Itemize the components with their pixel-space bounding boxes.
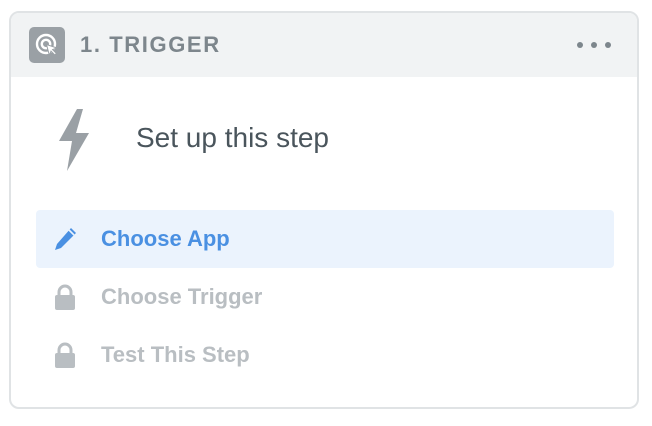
setup-title: Set up this step: [136, 122, 330, 153]
step-choose-app[interactable]: Choose App: [36, 210, 614, 268]
pencil-icon: [52, 225, 78, 253]
step-label: Choose Trigger: [101, 284, 263, 309]
more-dot: [591, 42, 597, 48]
step-label: Test This Step: [101, 342, 250, 367]
lightning-bolt-icon: [53, 107, 95, 173]
trigger-cursor-icon: [29, 27, 65, 63]
more-horizontal-icon: [577, 42, 583, 48]
lock-icon: [52, 283, 78, 311]
lock-icon: [52, 341, 78, 369]
step-list: Choose App Choose Trigger Test This Step: [36, 210, 614, 384]
step-title: 1. TRIGGER: [80, 32, 221, 57]
more-options-button[interactable]: [577, 33, 611, 57]
step-choose-trigger: Choose Trigger: [36, 268, 614, 326]
step-test-this-step: Test This Step: [36, 326, 614, 384]
trigger-step-card: 1. TRIGGER Set up this step Choose App C…: [9, 11, 639, 409]
step-label: Choose App: [101, 226, 230, 251]
more-dot: [605, 42, 611, 48]
card-header: 1. TRIGGER: [11, 13, 637, 77]
